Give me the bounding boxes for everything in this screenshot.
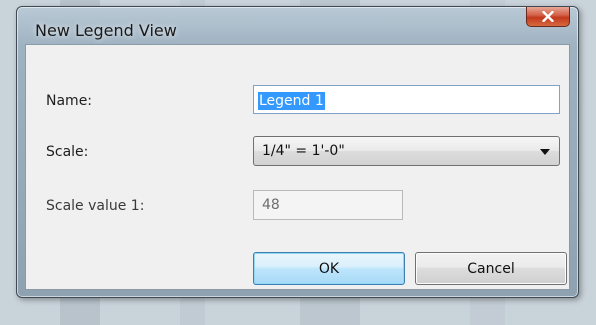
scale-dropdown[interactable]: 1/4" = 1'-0"	[253, 136, 560, 166]
name-label: Name:	[46, 93, 93, 109]
name-input[interactable]: Legend 1	[253, 85, 560, 114]
scale-value-label: Scale value 1:	[46, 198, 145, 214]
cancel-button[interactable]: Cancel	[415, 252, 567, 285]
scale-label: Scale:	[46, 144, 89, 160]
dialog-title: New Legend View	[35, 21, 177, 40]
ok-button[interactable]: OK	[253, 252, 405, 285]
dialog-body: Name: Legend 1 Scale: 1/4" = 1'-0" Scale…	[25, 44, 570, 290]
scale-selected-value: 1/4" = 1'-0"	[262, 143, 345, 159]
name-input-value: Legend 1	[258, 92, 325, 110]
scale-value-text: 48	[262, 197, 280, 213]
title-bar[interactable]: New Legend View	[17, 7, 578, 49]
close-icon	[542, 11, 554, 22]
chevron-down-icon	[540, 149, 550, 155]
scale-value-field: 48	[253, 190, 403, 220]
close-button[interactable]	[526, 7, 570, 27]
ok-button-label: OK	[318, 260, 340, 277]
new-legend-view-dialog: New Legend View Name: Legend 1 Scale: 1/…	[16, 6, 579, 298]
cancel-button-label: Cancel	[467, 260, 515, 277]
